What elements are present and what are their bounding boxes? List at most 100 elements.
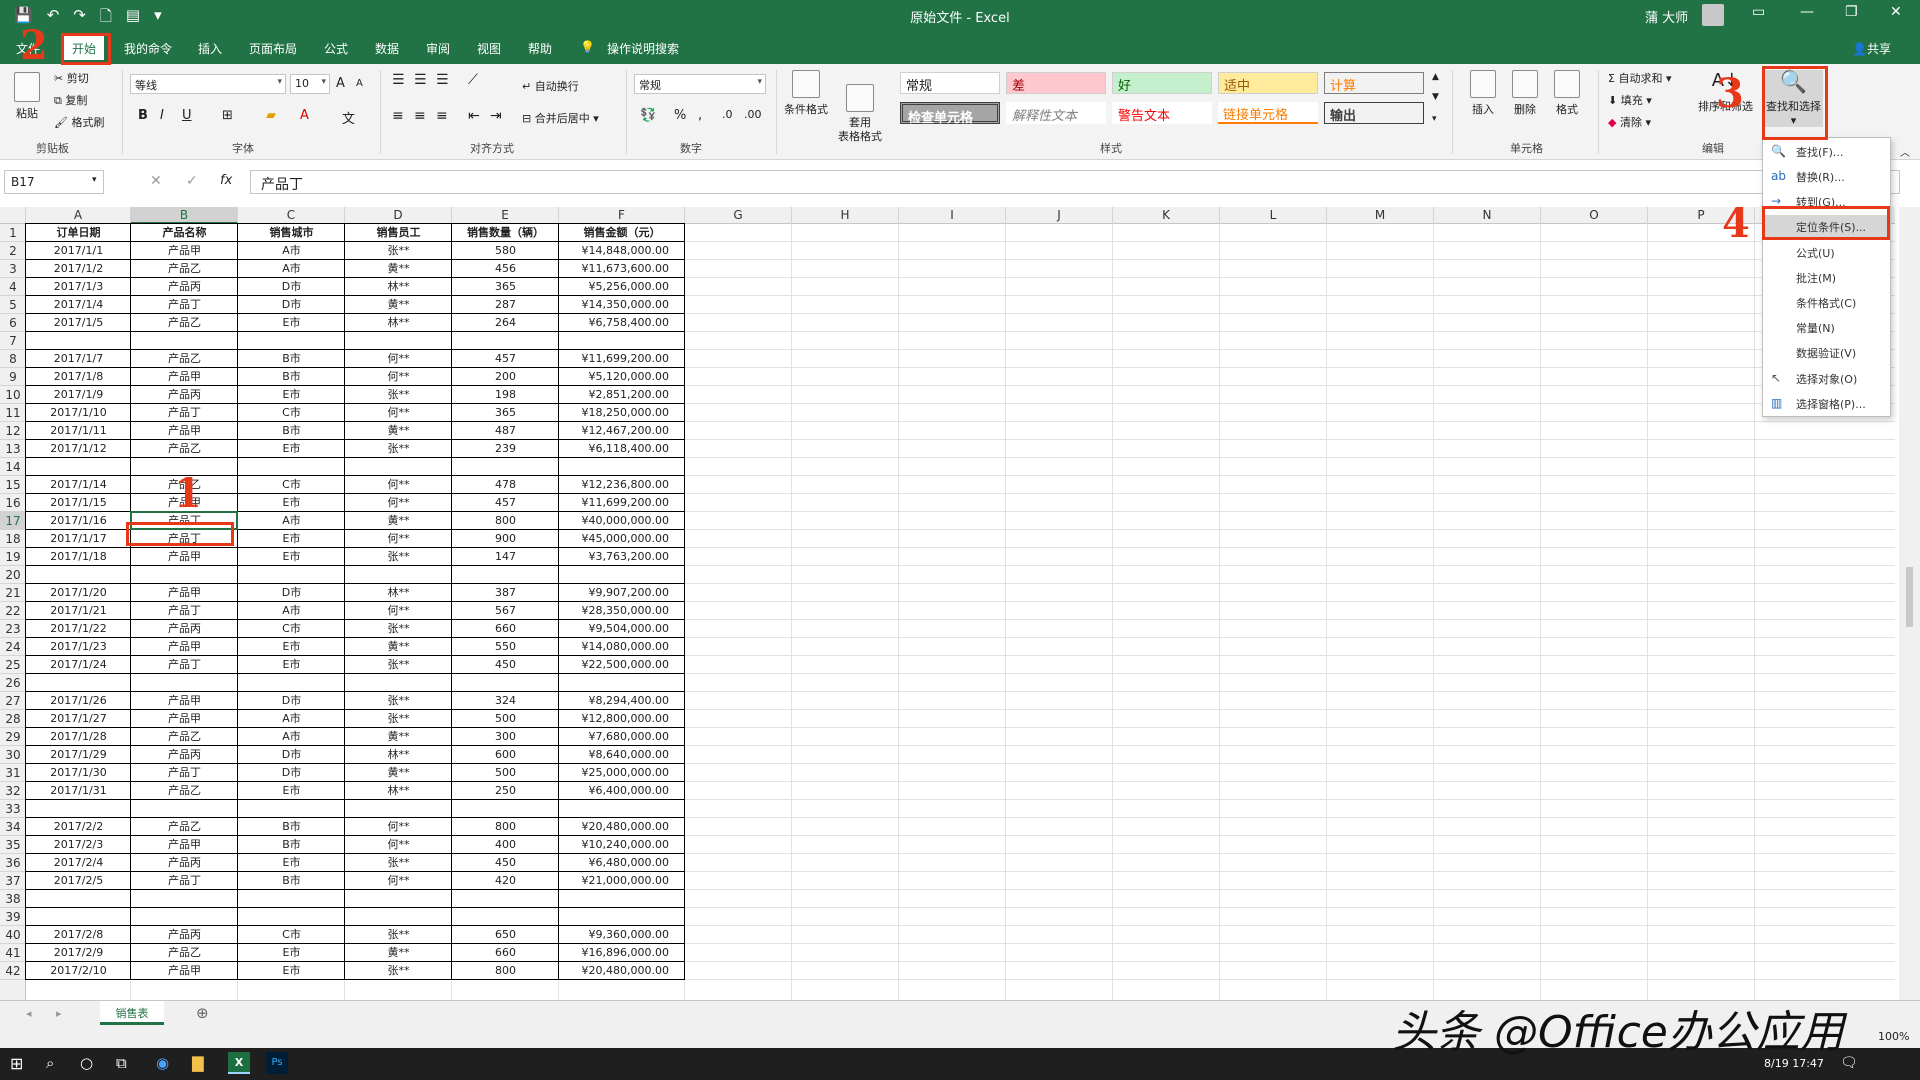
row-header[interactable]: 14 — [0, 458, 26, 476]
next-sheet-icon[interactable]: ▸ — [56, 1007, 62, 1020]
styles-scroll-down-icon[interactable]: ▼ — [1432, 92, 1439, 102]
decrease-font-button[interactable]: A — [356, 78, 363, 89]
row-header[interactable]: 8 — [0, 350, 26, 368]
table-cell[interactable]: 张** — [345, 656, 452, 674]
table-cell[interactable]: 产品丁 — [131, 602, 238, 620]
prev-sheet-icon[interactable]: ◂ — [26, 1007, 32, 1020]
table-cell[interactable]: 何** — [345, 404, 452, 422]
row-header[interactable]: 20 — [0, 566, 26, 584]
table-cell[interactable]: 580 — [452, 242, 559, 260]
table-cell[interactable]: 2017/1/3 — [26, 278, 131, 296]
header-cell[interactable]: 产品名称 — [131, 224, 238, 242]
menu-conditional-formatting[interactable]: 条件格式(C) — [1763, 291, 1890, 315]
table-cell[interactable]: D市 — [238, 692, 345, 710]
row-header[interactable]: 7 — [0, 332, 26, 350]
tab-data[interactable]: 数据 — [375, 40, 399, 57]
table-cell[interactable] — [345, 332, 452, 350]
table-cell[interactable] — [131, 890, 238, 908]
table-cell[interactable]: E市 — [238, 440, 345, 458]
table-cell[interactable]: 400 — [452, 836, 559, 854]
row-header[interactable]: 38 — [0, 890, 26, 908]
table-cell[interactable]: ¥9,360,000.00 — [559, 926, 685, 944]
style-bad[interactable]: 差 — [1006, 72, 1106, 94]
table-cell[interactable]: 张** — [345, 242, 452, 260]
table-cell[interactable]: 产品甲 — [131, 548, 238, 566]
row-header[interactable]: 31 — [0, 764, 26, 782]
table-cell[interactable]: 2017/1/5 — [26, 314, 131, 332]
align-center-icon[interactable]: ≡ — [414, 108, 426, 124]
header-cell[interactable]: 销售员工 — [345, 224, 452, 242]
table-cell[interactable]: 2017/1/20 — [26, 584, 131, 602]
vertical-scrollbar[interactable] — [1899, 207, 1920, 1000]
tab-page-layout[interactable]: 页面布局 — [249, 40, 297, 57]
table-cell[interactable]: ¥6,758,400.00 — [559, 314, 685, 332]
style-output[interactable]: 输出 — [1324, 102, 1424, 124]
photoshop-taskbar-icon[interactable]: Ps — [266, 1052, 288, 1074]
table-cell[interactable]: C市 — [238, 476, 345, 494]
zoom-level[interactable]: 100% — [1878, 1030, 1909, 1043]
table-cell[interactable]: 产品乙 — [131, 440, 238, 458]
table-cell[interactable] — [26, 908, 131, 926]
table-cell[interactable]: 2017/1/24 — [26, 656, 131, 674]
table-cell[interactable]: 何** — [345, 494, 452, 512]
table-cell[interactable]: A市 — [238, 242, 345, 260]
table-cell[interactable]: 457 — [452, 350, 559, 368]
row-header[interactable]: 3 — [0, 260, 26, 278]
table-cell[interactable]: 287 — [452, 296, 559, 314]
table-cell[interactable]: 500 — [452, 710, 559, 728]
table-cell[interactable] — [452, 566, 559, 584]
table-cell[interactable]: ¥16,896,000.00 — [559, 944, 685, 962]
task-view-icon[interactable]: ⧉ — [116, 1054, 127, 1072]
table-cell[interactable]: 黄** — [345, 944, 452, 962]
table-cell[interactable]: 产品甲 — [131, 584, 238, 602]
row-header[interactable]: 4 — [0, 278, 26, 296]
table-cell[interactable]: 2017/1/22 — [26, 620, 131, 638]
table-cell[interactable]: 900 — [452, 530, 559, 548]
table-cell[interactable]: 产品甲 — [131, 710, 238, 728]
table-cell[interactable]: ¥5,256,000.00 — [559, 278, 685, 296]
phonetic-icon[interactable]: 文 — [342, 108, 355, 127]
table-cell[interactable]: B市 — [238, 872, 345, 890]
table-cell[interactable]: 800 — [452, 818, 559, 836]
table-cell[interactable]: E市 — [238, 548, 345, 566]
table-cell[interactable]: D市 — [238, 746, 345, 764]
table-cell[interactable]: 张** — [345, 440, 452, 458]
table-cell[interactable] — [131, 566, 238, 584]
row-header[interactable]: 40 — [0, 926, 26, 944]
font-name-combo[interactable]: 等线 — [130, 74, 286, 94]
sheet-tab-sales[interactable]: 销售表 — [100, 1001, 164, 1025]
table-cell[interactable]: 林** — [345, 782, 452, 800]
table-cell[interactable]: E市 — [238, 530, 345, 548]
table-cell[interactable]: 450 — [452, 656, 559, 674]
tab-help[interactable]: 帮助 — [528, 40, 552, 57]
table-cell[interactable] — [26, 458, 131, 476]
table-cell[interactable]: 产品乙 — [131, 314, 238, 332]
table-cell[interactable]: ¥6,400,000.00 — [559, 782, 685, 800]
table-cell[interactable]: 黄** — [345, 728, 452, 746]
table-cell[interactable]: 产品乙 — [131, 818, 238, 836]
table-cell[interactable]: E市 — [238, 656, 345, 674]
insert-function-icon[interactable]: fx — [220, 173, 232, 188]
table-cell[interactable]: 2017/1/21 — [26, 602, 131, 620]
table-cell[interactable]: 420 — [452, 872, 559, 890]
column-header-a[interactable]: A — [26, 207, 131, 224]
table-cell[interactable]: C市 — [238, 620, 345, 638]
name-box[interactable]: B17 — [4, 170, 104, 194]
clear-button[interactable]: ◆ 清除 ▾ — [1608, 114, 1651, 130]
table-cell[interactable] — [452, 800, 559, 818]
file-explorer-icon[interactable]: ▇ — [192, 1054, 204, 1072]
table-cell[interactable]: 239 — [452, 440, 559, 458]
table-cell[interactable]: 478 — [452, 476, 559, 494]
table-cell[interactable]: 2017/2/3 — [26, 836, 131, 854]
table-cell[interactable] — [238, 890, 345, 908]
increase-decimal-icon[interactable]: .0 — [722, 108, 733, 121]
row-header[interactable]: 28 — [0, 710, 26, 728]
table-cell[interactable] — [238, 908, 345, 926]
table-cell[interactable]: 产品丙 — [131, 746, 238, 764]
column-header-n[interactable]: N — [1434, 207, 1541, 224]
insert-cells-button[interactable]: 插入 — [1470, 70, 1496, 117]
autosum-button[interactable]: Σ 自动求和 ▾ — [1608, 70, 1671, 86]
table-cell[interactable]: E市 — [238, 782, 345, 800]
table-cell[interactable]: 487 — [452, 422, 559, 440]
merge-center-button[interactable]: ⊟ 合并后居中 ▾ — [522, 110, 599, 126]
